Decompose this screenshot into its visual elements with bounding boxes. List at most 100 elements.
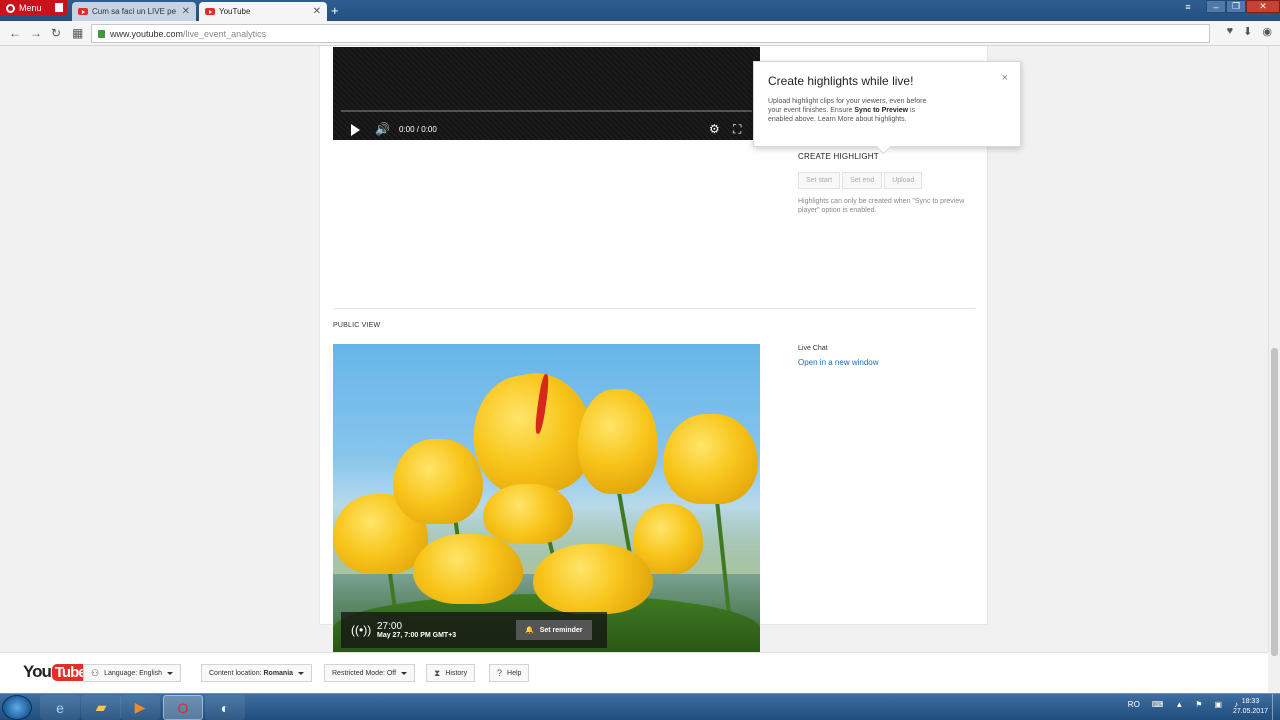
tulip-flower (413, 534, 523, 604)
close-window-button[interactable]: ✕ (1246, 0, 1280, 13)
section-divider (333, 308, 975, 309)
tulip-flower (533, 544, 653, 614)
youtube-favicon-icon (205, 8, 215, 15)
page-scrollbar[interactable] (1268, 46, 1280, 656)
windows-taskbar: e ▰ ▶ O ◐ RO ⌨ ▲ ⚑ ▣ ♪ 18:33 27.05.2017 (0, 693, 1280, 720)
clock-time: 18:33 (1241, 698, 1260, 705)
tab-youtube[interactable]: YouTube ✕ (199, 2, 327, 21)
youtube-footer: You Tube ⚇ Language: English Content loc… (0, 652, 1268, 693)
address-bar-row: ← → ↻ ▦ www.youtube.com /live_event_anal… (0, 21, 1280, 46)
location-label: Content location: Romania (209, 670, 293, 677)
youtube-logo[interactable]: You Tube (23, 662, 89, 682)
highlight-buttons: Set start Set end Upload (798, 172, 978, 189)
fullscreen-icon[interactable]: ⛶ (733, 122, 741, 137)
media-player-icon[interactable]: ▶ (120, 695, 160, 720)
help-icon: ? (497, 668, 503, 678)
opera-taskbar-icon[interactable]: O (163, 695, 203, 720)
settings-gear-icon[interactable]: ⚙ (709, 122, 720, 136)
tray-arrow-icon[interactable]: ▲ (1175, 700, 1183, 709)
new-tab-button[interactable]: + (331, 3, 339, 18)
set-reminder-button[interactable]: 🔔 Set reminder (516, 620, 592, 640)
tab-close-icon[interactable]: ✕ (182, 6, 190, 17)
url-path: /live_event_analytics (183, 28, 267, 39)
secure-lock-icon (98, 29, 105, 38)
tab-title: YouTube (219, 7, 251, 16)
set-end-button[interactable]: Set end (842, 172, 883, 189)
history-label: History (445, 669, 468, 677)
file-explorer-icon[interactable]: ▰ (81, 695, 121, 720)
system-tray: RO ⌨ ▲ ⚑ ▣ ♪ (1128, 700, 1238, 709)
page-content: 🔊 0:00 / 0:00 ⚙ ⛶ CREATE HIGHLIGHT Set s… (0, 46, 1268, 652)
set-reminder-label: Set reminder (539, 626, 583, 634)
tulip-flower (663, 414, 758, 504)
clock-date: 27.05.2017 (1232, 708, 1268, 715)
tab-cum-sa-faci[interactable]: Cum sa faci un LIVE pe You ✕ (72, 2, 196, 21)
restricted-mode-label: Restricted Mode: Off (332, 669, 397, 677)
forward-icon[interactable]: → (30, 26, 42, 40)
minimize-button[interactable]: – (1206, 0, 1226, 13)
open-chat-window-link[interactable]: Open in a new window (798, 358, 879, 367)
chevron-down-icon (298, 671, 305, 675)
history-button[interactable]: ⧗ History (426, 664, 476, 682)
upload-button[interactable]: Upload (884, 172, 923, 189)
broadcast-icon: ((•)) (351, 623, 372, 637)
opera-logo-icon (6, 3, 15, 13)
event-date: May 27, 7:00 PM GMT+3 (377, 632, 457, 639)
bookmark-heart-icon[interactable]: ♥ (1227, 25, 1234, 38)
tooltip-close-icon[interactable]: × (1002, 72, 1008, 84)
url-field[interactable]: www.youtube.com /live_event_analytics (91, 24, 1210, 43)
url-host: www.youtube.com (110, 28, 184, 39)
tab-title: Cum sa faci un LIVE pe You (92, 7, 178, 16)
tab-close-icon[interactable]: ✕ (313, 6, 321, 17)
opera-menu-button[interactable]: Menu (0, 0, 67, 16)
profile-icon[interactable]: ◉ (1262, 25, 1272, 38)
language-icon: ⚇ (91, 667, 100, 678)
content-location-button[interactable]: Content location: Romania (201, 664, 313, 682)
scrollbar-thumb[interactable] (1271, 348, 1278, 656)
language-button[interactable]: ⚇ Language: English (83, 664, 182, 682)
tulip-flower (483, 484, 573, 544)
create-highlight-title: CREATE HIGHLIGHT (798, 152, 879, 161)
play-icon[interactable] (351, 124, 360, 136)
speed-dial-grid-icon[interactable]: ▦ (72, 26, 83, 40)
download-icon[interactable]: ⬇ (1243, 25, 1252, 38)
help-button[interactable]: ? Help (489, 664, 530, 682)
keyboard-icon[interactable]: ⌨ (1152, 700, 1164, 709)
public-view-player[interactable]: ((•)) 27:00 May 27, 7:00 PM GMT+3 🔔 Set … (333, 344, 760, 652)
youtube-favicon-icon (78, 8, 88, 15)
preview-player[interactable]: 🔊 0:00 / 0:00 ⚙ ⛶ (333, 47, 760, 140)
browser-tab-bar: Menu Cum sa faci un LIVE pe You ✕ YouTub… (0, 0, 1280, 21)
language-label: Language: English (104, 669, 163, 677)
progress-bar[interactable] (341, 110, 752, 112)
tab-menu-icon[interactable]: ≡ (1178, 0, 1198, 13)
tooltip-sync-to-preview: Sync to Preview (854, 107, 909, 114)
volume-icon[interactable]: 🔊 (375, 122, 390, 136)
network-icon[interactable]: ▣ (1214, 700, 1222, 709)
public-view-label: PUBLIC VIEW (333, 322, 381, 329)
hourglass-icon: ⧗ (434, 667, 441, 678)
set-start-button[interactable]: Set start (798, 172, 841, 189)
show-desktop-button[interactable] (1272, 694, 1280, 720)
maximize-button[interactable]: ❐ (1226, 0, 1246, 13)
language-indicator[interactable]: RO (1128, 700, 1140, 709)
action-center-flag-icon[interactable]: ⚑ (1195, 700, 1202, 709)
window-controls: ≡ – ❐ ✕ (1178, 0, 1280, 13)
chevron-down-icon (401, 671, 408, 675)
time-display: 0:00 / 0:00 (399, 125, 437, 134)
back-icon[interactable]: ← (9, 26, 21, 40)
highlights-tooltip: Create highlights while live! Upload hig… (753, 61, 1021, 147)
help-label: Help (507, 669, 522, 677)
tulip-flower (578, 389, 658, 494)
logo-you: You (23, 662, 52, 681)
start-button[interactable] (2, 695, 32, 720)
menu-label: Menu (19, 3, 42, 13)
internet-explorer-icon[interactable]: e (40, 695, 80, 720)
live-countdown-overlay: ((•)) 27:00 May 27, 7:00 PM GMT+3 🔔 Set … (341, 612, 607, 648)
location-prefix: Content location: (209, 669, 264, 677)
location-value: Romania (263, 669, 294, 677)
restricted-mode-button[interactable]: Restricted Mode: Off (324, 664, 416, 682)
live-chat-label: Live Chat (798, 345, 828, 352)
obs-taskbar-icon[interactable]: ◐ (205, 695, 245, 720)
reload-icon[interactable]: ↻ (51, 26, 61, 40)
system-clock[interactable]: 18:33 27.05.2017 (1233, 697, 1268, 717)
